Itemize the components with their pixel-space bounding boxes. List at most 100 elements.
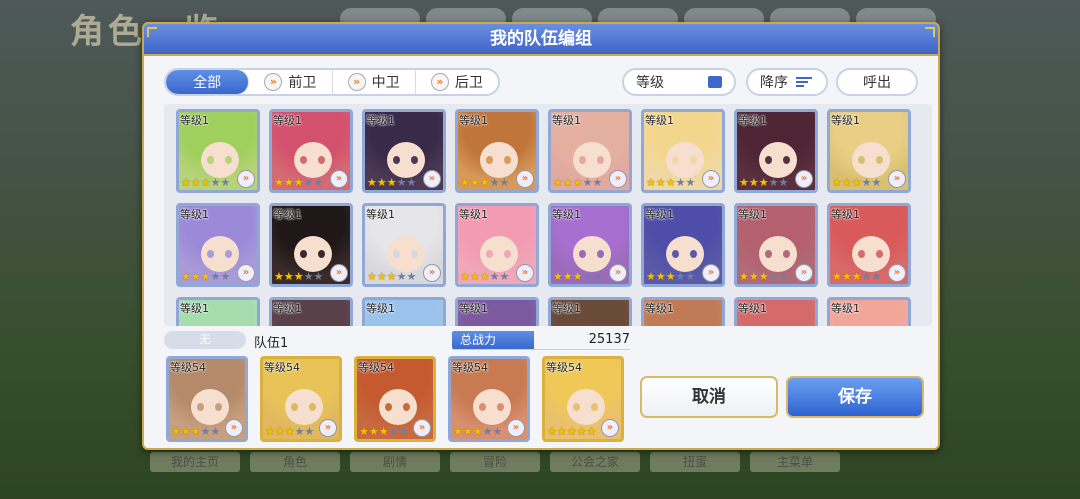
sort-by-level-button[interactable]: 等级 xyxy=(622,68,736,96)
star-icon: ★ xyxy=(367,270,377,283)
character-card[interactable]: 等级54 ★ ★ ★ ★ ★» xyxy=(448,356,530,442)
filter-tab-3[interactable]: » 后卫 xyxy=(416,70,498,94)
character-eye xyxy=(300,250,307,258)
character-card[interactable]: 等级54 ★ ★ ★ ★ ★» xyxy=(354,356,436,442)
character-eye xyxy=(479,403,486,411)
character-card[interactable]: 等级1★★★★★» xyxy=(269,109,353,193)
character-card[interactable]: 等级1★★★★★» xyxy=(269,297,353,326)
position-arrow-icon: » xyxy=(319,419,337,437)
character-card[interactable]: 等级1★★★★★» xyxy=(641,297,725,326)
character-card[interactable]: 等级1★★★★★» xyxy=(176,109,260,193)
character-eye xyxy=(497,403,504,411)
star-icon: ★ xyxy=(303,176,314,189)
star-rating: ★ ★ ★ ★ ★ xyxy=(359,426,408,437)
character-card[interactable]: 等级1★★★★★» xyxy=(827,109,911,193)
star-icon: ★ xyxy=(460,270,470,283)
character-card[interactable]: 等级1★★★★★» xyxy=(641,203,725,287)
character-card[interactable]: 等级1★★★★★» xyxy=(362,297,446,326)
star-icon: ★ xyxy=(492,425,503,438)
star-icon: ★ xyxy=(469,176,480,189)
character-eye xyxy=(876,156,883,164)
character-card[interactable]: 等级1★★★★★» xyxy=(455,203,539,287)
character-level: 等级54 xyxy=(452,361,488,374)
character-eye xyxy=(765,250,772,258)
star-icon: ★ xyxy=(274,270,284,283)
character-card[interactable]: 等级1★★★★★» xyxy=(269,203,353,287)
star-icon: ★ xyxy=(586,425,597,438)
character-card[interactable]: 等级54 ★ ★ ★ ★ ★» xyxy=(166,356,248,442)
star-icon: ★ xyxy=(739,270,749,283)
sort-order-button[interactable]: 降序 xyxy=(746,68,828,96)
star-icon: ★ xyxy=(832,270,842,283)
star-icon: ★ xyxy=(748,176,759,189)
character-level: 等级1 xyxy=(831,114,860,127)
character-card[interactable]: 等级1★★★★★» xyxy=(548,203,632,287)
character-card[interactable]: 等级1★★★★★» xyxy=(827,297,911,326)
character-card[interactable]: 等级1★★★★★» xyxy=(455,297,539,326)
character-roster-grid[interactable]: 等级1 ★ ★ ★ ★ ★» 等级1 ★ ★ ★ ★ ★» 等级1 ★ ★ ★ ★ ★» 等级1 ★ ★ ★ ★ ★» 等级1 ★… xyxy=(164,104,932,326)
character-card[interactable]: 等级1★★★★★» xyxy=(734,297,818,326)
cancel-button[interactable]: 取消 xyxy=(640,376,778,418)
position-arrow-icon: » xyxy=(795,264,813,282)
star-icon: ★ xyxy=(646,176,656,189)
call-out-button[interactable]: 呼出 xyxy=(836,68,918,96)
position-arrow-icon: » xyxy=(330,170,348,188)
star-icon: ★ xyxy=(453,425,463,438)
position-arrow-icon: » xyxy=(330,264,348,282)
character-eye xyxy=(783,250,790,258)
background-nav-item: 扭蛋 xyxy=(650,452,740,472)
star-icon: ★ xyxy=(200,176,211,189)
star-icon: ★ xyxy=(265,425,275,438)
character-card[interactable]: 等级1★★★★★» xyxy=(734,109,818,193)
character-card[interactable]: 等级1★★★★★» xyxy=(548,109,632,193)
star-icon: ★ xyxy=(665,176,676,189)
character-level: 等级1 xyxy=(738,302,767,315)
character-level: 等级1 xyxy=(738,208,767,221)
character-eye xyxy=(300,156,307,164)
character-card[interactable]: 等级1★★★★★» xyxy=(455,109,539,193)
character-eye xyxy=(597,156,604,164)
character-card[interactable]: 等级1★★★★★» xyxy=(362,203,446,287)
star-icon: ★ xyxy=(368,425,379,438)
character-eye xyxy=(597,250,604,258)
star-icon: ★ xyxy=(220,176,231,189)
position-arrow-icon: » xyxy=(516,170,534,188)
character-eye xyxy=(197,403,204,411)
filter-tab-2[interactable]: » 中卫 xyxy=(333,70,416,94)
character-card[interactable]: 等级1★★★★★» xyxy=(641,109,725,193)
power-underline xyxy=(452,349,630,350)
star-icon: ★ xyxy=(274,176,284,189)
character-card[interactable]: 等级1★★★★★» xyxy=(827,203,911,287)
corner-ornament-icon xyxy=(925,27,935,37)
character-level: 等级1 xyxy=(645,114,674,127)
character-card[interactable]: 等级54 ★ ★ ★ ★ ★» xyxy=(542,356,624,442)
background-nav-item: 公会之家 xyxy=(550,452,640,472)
star-icon: ★ xyxy=(646,270,656,283)
character-card[interactable]: 等级54 ★ ★ ★ ★ ★» xyxy=(260,356,342,442)
star-icon: ★ xyxy=(592,270,603,283)
sort-order-label: 降序 xyxy=(760,75,788,91)
star-icon: ★ xyxy=(469,270,480,283)
character-level: 等级1 xyxy=(459,302,488,315)
star-rating: ★ ★ ★ ★ ★ xyxy=(181,177,230,188)
character-card[interactable]: 等级1★★★★★» xyxy=(734,203,818,287)
star-icon: ★ xyxy=(768,176,779,189)
star-icon: ★ xyxy=(460,176,470,189)
star-icon: ★ xyxy=(841,176,852,189)
star-icon: ★ xyxy=(499,270,510,283)
star-rating: ★ ★ ★ ★ ★ xyxy=(460,177,509,188)
filter-tab-0[interactable]: 全部 xyxy=(166,70,250,94)
character-card[interactable]: 等级1★★★★★» xyxy=(176,203,260,287)
star-rating: ★ ★ ★ ★ ★ xyxy=(832,271,881,282)
character-eye xyxy=(573,403,580,411)
character-card[interactable]: 等级1★★★★★» xyxy=(362,109,446,193)
position-arrow-icon: » xyxy=(795,170,813,188)
character-card[interactable]: 等级1★★★★★» xyxy=(548,297,632,326)
star-icon: ★ xyxy=(572,270,583,283)
filter-tab-1[interactable]: » 前卫 xyxy=(249,70,333,94)
save-button[interactable]: 保存 xyxy=(786,376,924,418)
total-power-value: 25137 xyxy=(588,332,630,347)
character-card[interactable]: 等级1★★★★★» xyxy=(176,297,260,326)
character-level: 等级54 xyxy=(358,361,394,374)
character-level: 等级1 xyxy=(180,208,209,221)
